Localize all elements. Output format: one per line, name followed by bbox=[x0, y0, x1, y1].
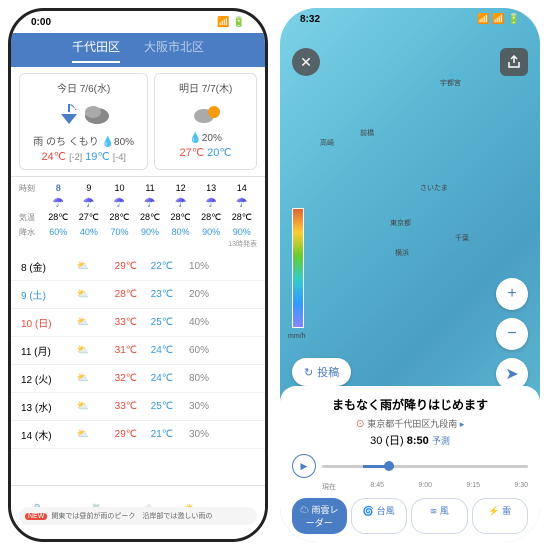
tomorrow-temps: 27℃ 20℃ bbox=[161, 146, 250, 159]
day-pop: 30% bbox=[173, 401, 209, 412]
status-icons: 📶 🔋 bbox=[217, 17, 245, 28]
zoom-out-button[interactable]: − bbox=[496, 318, 528, 350]
day-high: 29℃ bbox=[101, 261, 137, 272]
daily-row[interactable]: 12 (火)⛅32℃24℃80% bbox=[11, 365, 265, 393]
close-icon: ✕ bbox=[300, 54, 312, 71]
day-pop: 30% bbox=[173, 429, 209, 440]
day-low: 24℃ bbox=[137, 373, 173, 384]
day-pop: 20% bbox=[173, 289, 209, 300]
day-high: 28℃ bbox=[101, 289, 137, 300]
daily-row[interactable]: 8 (金)⛅29℃22℃10% bbox=[11, 253, 265, 281]
daily-forecast[interactable]: 8 (金)⛅29℃22℃10%9 (土)⛅28℃23℃20%10 (日)⛅33℃… bbox=[11, 253, 265, 449]
location-label[interactable]: ⊙ 東京都千代田区九段南 ▸ bbox=[292, 417, 528, 430]
day-low: 25℃ bbox=[137, 401, 173, 412]
post-button[interactable]: ↻投稿 bbox=[292, 358, 351, 386]
day-label: 12 (火) bbox=[21, 371, 65, 386]
layer-rain-radar[interactable]: ☁ 雨雲レーダー bbox=[292, 498, 347, 534]
zoom-in-button[interactable]: + bbox=[496, 278, 528, 310]
plus-icon: + bbox=[507, 285, 516, 303]
refresh-icon: ↻ bbox=[304, 366, 313, 379]
day-high: 33℃ bbox=[101, 401, 137, 412]
day-label: 13 (水) bbox=[21, 399, 65, 414]
tab-osaka[interactable]: 大阪市北区 bbox=[144, 38, 204, 63]
status-bar: 0:00 📶 🔋 bbox=[11, 11, 265, 33]
status-time: 0:00 bbox=[31, 17, 51, 28]
intensity-legend bbox=[292, 208, 304, 328]
daily-row[interactable]: 9 (土)⛅28℃23℃20% bbox=[11, 281, 265, 309]
layer-wind[interactable]: ≋ 風 bbox=[411, 498, 468, 534]
day-high: 32℃ bbox=[101, 373, 137, 384]
publish-time: 13時発表 bbox=[19, 239, 257, 249]
minus-icon: − bbox=[507, 325, 516, 343]
time-slider[interactable] bbox=[322, 465, 528, 468]
day-label: 11 (月) bbox=[21, 343, 65, 358]
day-label: 9 (土) bbox=[21, 287, 65, 302]
location-arrow-icon: ➤ bbox=[505, 364, 518, 384]
tab-chiyoda[interactable]: 千代田区 bbox=[72, 38, 120, 63]
radar-screen: 8:32 📶 📶 🔋 宇都宮 高崎 前橋 さいたま 東京都 横浜 千葉 ✕ mm… bbox=[280, 8, 540, 542]
hourly-forecast[interactable]: 時刻891011121314 ☂️☂️☂️☂️☂️☂️☂️ 気温28℃27℃28… bbox=[11, 176, 265, 253]
layer-buttons: ☁ 雨雲レーダー 🌀 台風 ≋ 風 ⚡ 雷 bbox=[292, 498, 528, 534]
day-weather-icon: ⛅ bbox=[65, 289, 101, 300]
today-tomorrow-cards: 今日 7/6(水) 雨 のち くもり 💧80% 24℃ [-2] 19℃ [-4… bbox=[11, 67, 265, 176]
tomorrow-weather-icon bbox=[161, 99, 250, 129]
playback-row: ▶ bbox=[292, 454, 528, 478]
daily-row[interactable]: 11 (月)⛅31℃24℃60% bbox=[11, 337, 265, 365]
play-button[interactable]: ▶ bbox=[292, 454, 316, 478]
today-weather-icon bbox=[26, 99, 141, 129]
day-label: 8 (金) bbox=[21, 259, 65, 274]
day-low: 24℃ bbox=[137, 345, 173, 356]
today-date: 今日 7/6(水) bbox=[26, 80, 141, 95]
day-weather-icon: ⛅ bbox=[65, 373, 101, 384]
day-pop: 80% bbox=[173, 373, 209, 384]
day-pop: 10% bbox=[173, 261, 209, 272]
day-pop: 40% bbox=[173, 317, 209, 328]
day-weather-icon: ⛅ bbox=[65, 317, 101, 328]
zoom-controls: + − ➤ bbox=[496, 278, 528, 390]
day-weather-icon: ⛅ bbox=[65, 345, 101, 356]
day-high: 29℃ bbox=[101, 429, 137, 440]
layer-thunder[interactable]: ⚡ 雷 bbox=[472, 498, 529, 534]
share-button[interactable] bbox=[500, 48, 528, 76]
header: 千代田区 大阪市北区 bbox=[11, 33, 265, 67]
daily-row[interactable]: 14 (木)⛅29℃21℃30% bbox=[11, 421, 265, 449]
day-high: 33℃ bbox=[101, 317, 137, 328]
location-tabs: 千代田区 大阪市北区 bbox=[72, 38, 204, 63]
legend-unit: mm/h bbox=[288, 333, 306, 340]
daily-row[interactable]: 13 (水)⛅33℃25℃30% bbox=[11, 393, 265, 421]
tomorrow-date: 明日 7/7(木) bbox=[161, 80, 250, 95]
day-low: 21℃ bbox=[137, 429, 173, 440]
day-high: 31℃ bbox=[101, 345, 137, 356]
close-button[interactable]: ✕ bbox=[292, 48, 320, 76]
day-low: 23℃ bbox=[137, 289, 173, 300]
day-pop: 60% bbox=[173, 345, 209, 356]
play-icon: ▶ bbox=[301, 461, 308, 472]
day-weather-icon: ⛅ bbox=[65, 429, 101, 440]
layer-typhoon[interactable]: 🌀 台風 bbox=[351, 498, 408, 534]
day-low: 25℃ bbox=[137, 317, 173, 328]
today-condition: 雨 のち くもり 💧80% bbox=[26, 133, 141, 148]
day-weather-icon: ⛅ bbox=[65, 401, 101, 412]
news-ticker[interactable]: NEW関東では昼前が雨のピーク 沿岸部では激しい雨の bbox=[19, 507, 257, 525]
tomorrow-card[interactable]: 明日 7/7(木) 💧20% 27℃ 20℃ bbox=[154, 73, 257, 170]
daily-row[interactable]: 10 (日)⛅33℃25℃40% bbox=[11, 309, 265, 337]
day-label: 14 (木) bbox=[21, 427, 65, 442]
day-low: 22℃ bbox=[137, 261, 173, 272]
radar-time: 30 (日) 8:50 予測 bbox=[292, 432, 528, 448]
today-temps: 24℃ [-2] 19℃ [-4] bbox=[26, 150, 141, 163]
radar-panel: まもなく雨が降りはじめます ⊙ 東京都千代田区九段南 ▸ 30 (日) 8:50… bbox=[280, 386, 540, 542]
slider-times: 現在8:459:009:159:30 bbox=[292, 482, 528, 492]
weather-app-screen: 0:00 📶 🔋 千代田区 大阪市北区 今日 7/6(水) 雨 のち くもり 💧… bbox=[8, 8, 268, 542]
day-label: 10 (日) bbox=[21, 315, 65, 330]
share-icon bbox=[507, 55, 521, 69]
tomorrow-pop: 💧20% bbox=[161, 133, 250, 144]
today-card[interactable]: 今日 7/6(水) 雨 のち くもり 💧80% 24℃ [-2] 19℃ [-4… bbox=[19, 73, 148, 170]
day-weather-icon: ⛅ bbox=[65, 261, 101, 272]
forecast-message: まもなく雨が降りはじめます bbox=[292, 396, 528, 413]
